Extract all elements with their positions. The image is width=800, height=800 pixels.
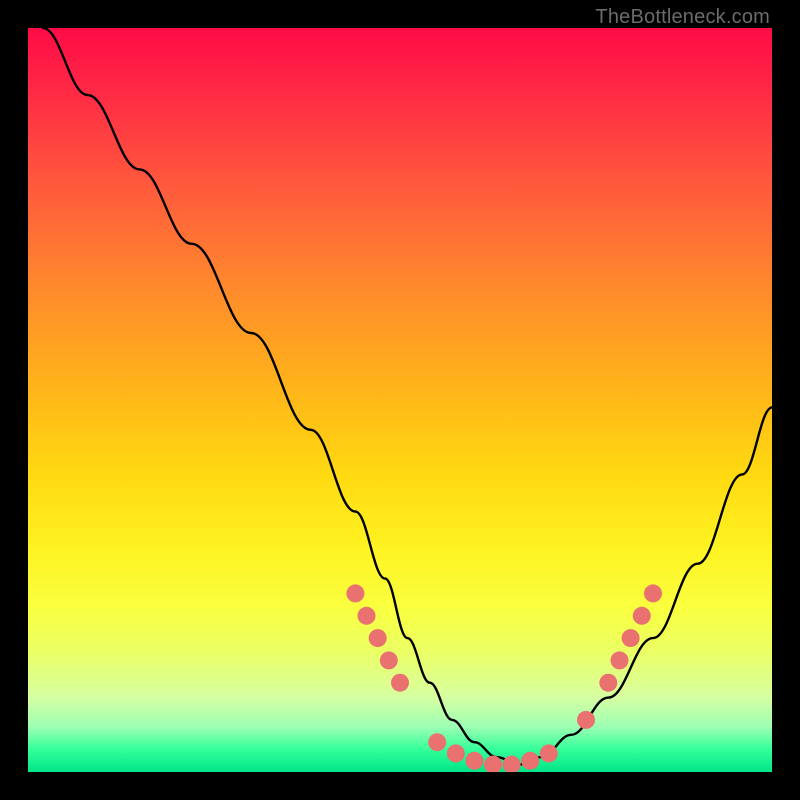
- curve-dot: [577, 711, 595, 729]
- curve-dot: [633, 607, 651, 625]
- curve-dot: [540, 744, 558, 762]
- curve-dot: [369, 629, 387, 647]
- curve-dot: [644, 584, 662, 602]
- plot-area: [28, 28, 772, 772]
- watermark-text: TheBottleneck.com: [595, 6, 770, 29]
- curve-dot: [611, 651, 629, 669]
- bottleneck-curve-svg: [28, 28, 772, 772]
- curve-dot: [503, 756, 521, 772]
- curve-dot: [599, 674, 617, 692]
- curve-dot: [521, 752, 539, 770]
- bottleneck-curve: [43, 28, 772, 765]
- chart-frame: TheBottleneck.com: [0, 0, 800, 800]
- curve-dot: [346, 584, 364, 602]
- curve-dot: [391, 674, 409, 692]
- curve-dot: [428, 733, 446, 751]
- curve-dot: [358, 607, 376, 625]
- curve-dot: [622, 629, 640, 647]
- curve-dots-group: [346, 584, 662, 772]
- curve-dot: [380, 651, 398, 669]
- curve-dot: [447, 744, 465, 762]
- curve-dot: [465, 752, 483, 770]
